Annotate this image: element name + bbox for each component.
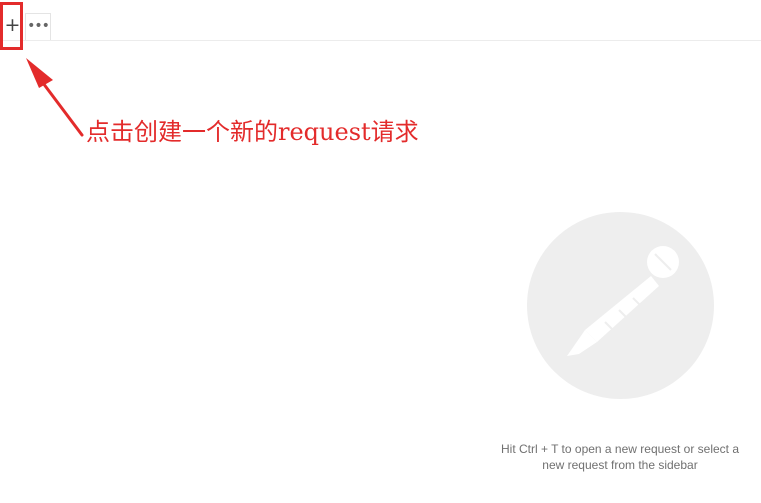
hint-line-1: Hit Ctrl + T to open a new request or se… — [500, 442, 739, 456]
postman-rocket-icon — [527, 212, 714, 399]
hint-line-2: new request from the sidebar — [542, 458, 698, 472]
annotation-text: 点击创建一个新的request请求 — [86, 118, 419, 146]
empty-state-hint: Hit Ctrl + T to open a new request or se… — [472, 441, 761, 473]
